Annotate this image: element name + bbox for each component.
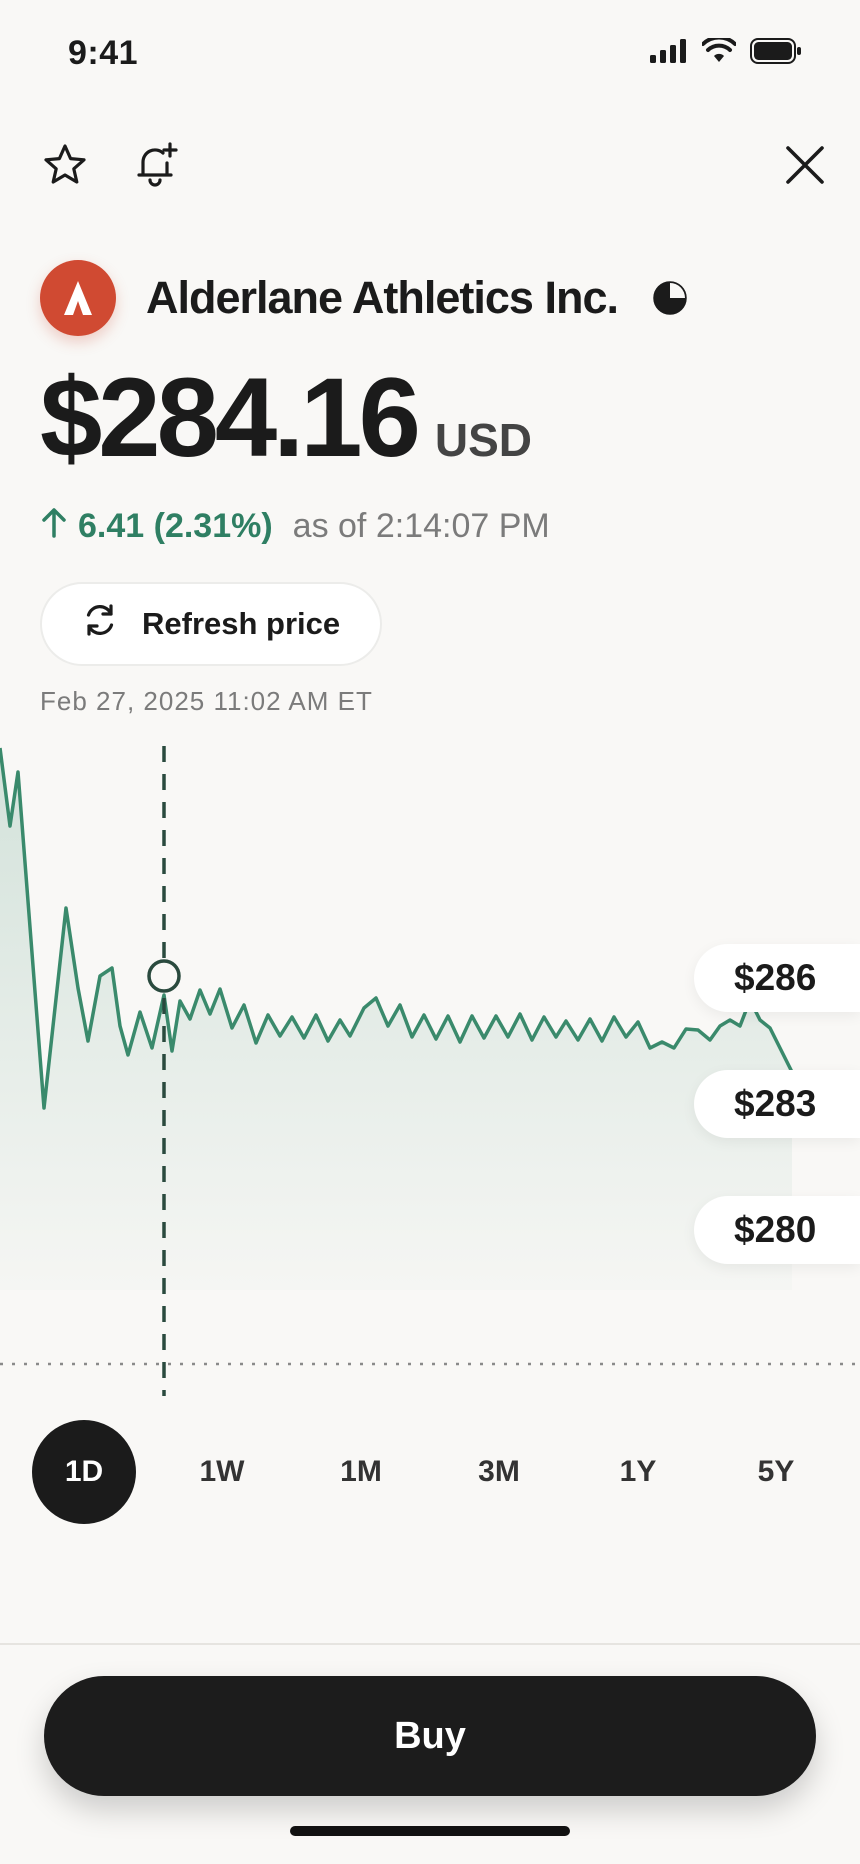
pie-chart-icon[interactable] — [652, 280, 688, 316]
bell-plus-icon[interactable] — [126, 134, 186, 194]
home-indicator — [290, 1826, 570, 1836]
wifi-icon — [701, 35, 737, 69]
price-label-high: $286 — [694, 944, 860, 1012]
battery-icon — [750, 38, 802, 69]
range-1w[interactable]: 1W — [170, 1420, 274, 1524]
chart-scrubber-point[interactable] — [147, 959, 181, 993]
current-price: $284.16 — [40, 355, 421, 480]
refresh-price-label: Refresh price — [142, 606, 341, 641]
signal-icon — [650, 39, 688, 68]
currency-label: USD — [434, 414, 532, 466]
company-logo — [40, 260, 116, 336]
status-bar: 9:41 — [0, 0, 860, 110]
chart-timestamp: Feb 27, 2025 11:02 AM ET — [40, 686, 373, 716]
footer-divider — [0, 1643, 860, 1645]
price-row: $284.16 USD — [40, 362, 532, 474]
price-label-mid: $283 — [694, 1070, 860, 1138]
range-1y[interactable]: 1Y — [586, 1420, 690, 1524]
price-label-low: $280 — [694, 1196, 860, 1264]
close-icon[interactable] — [776, 136, 834, 194]
status-icons — [650, 35, 802, 69]
price-change: 6.41 (2.31%) — [78, 507, 273, 545]
range-selector: 1D 1W 1M 3M 1Y 5Y — [0, 1420, 860, 1524]
arrow-up-icon — [40, 506, 68, 547]
company-name: Alderlane Athletics Inc. — [146, 272, 619, 323]
price-change-row: 6.41 (2.31%) as of 2:14:07 PM — [40, 506, 550, 547]
range-5y[interactable]: 5Y — [724, 1420, 828, 1524]
range-3m[interactable]: 3M — [447, 1420, 551, 1524]
buy-button[interactable]: Buy — [44, 1676, 816, 1796]
refresh-icon — [80, 600, 120, 648]
range-1m[interactable]: 1M — [309, 1420, 413, 1524]
range-1d[interactable]: 1D — [32, 1420, 136, 1524]
price-chart[interactable]: $286 $283 $280 — [0, 730, 860, 1410]
refresh-price-button[interactable]: Refresh price — [40, 582, 382, 666]
status-time: 9:41 — [68, 34, 139, 72]
company-header: Alderlane Athletics Inc. — [40, 260, 688, 336]
star-icon[interactable] — [36, 136, 94, 194]
quote-time: as of 2:14:07 PM — [292, 507, 550, 545]
